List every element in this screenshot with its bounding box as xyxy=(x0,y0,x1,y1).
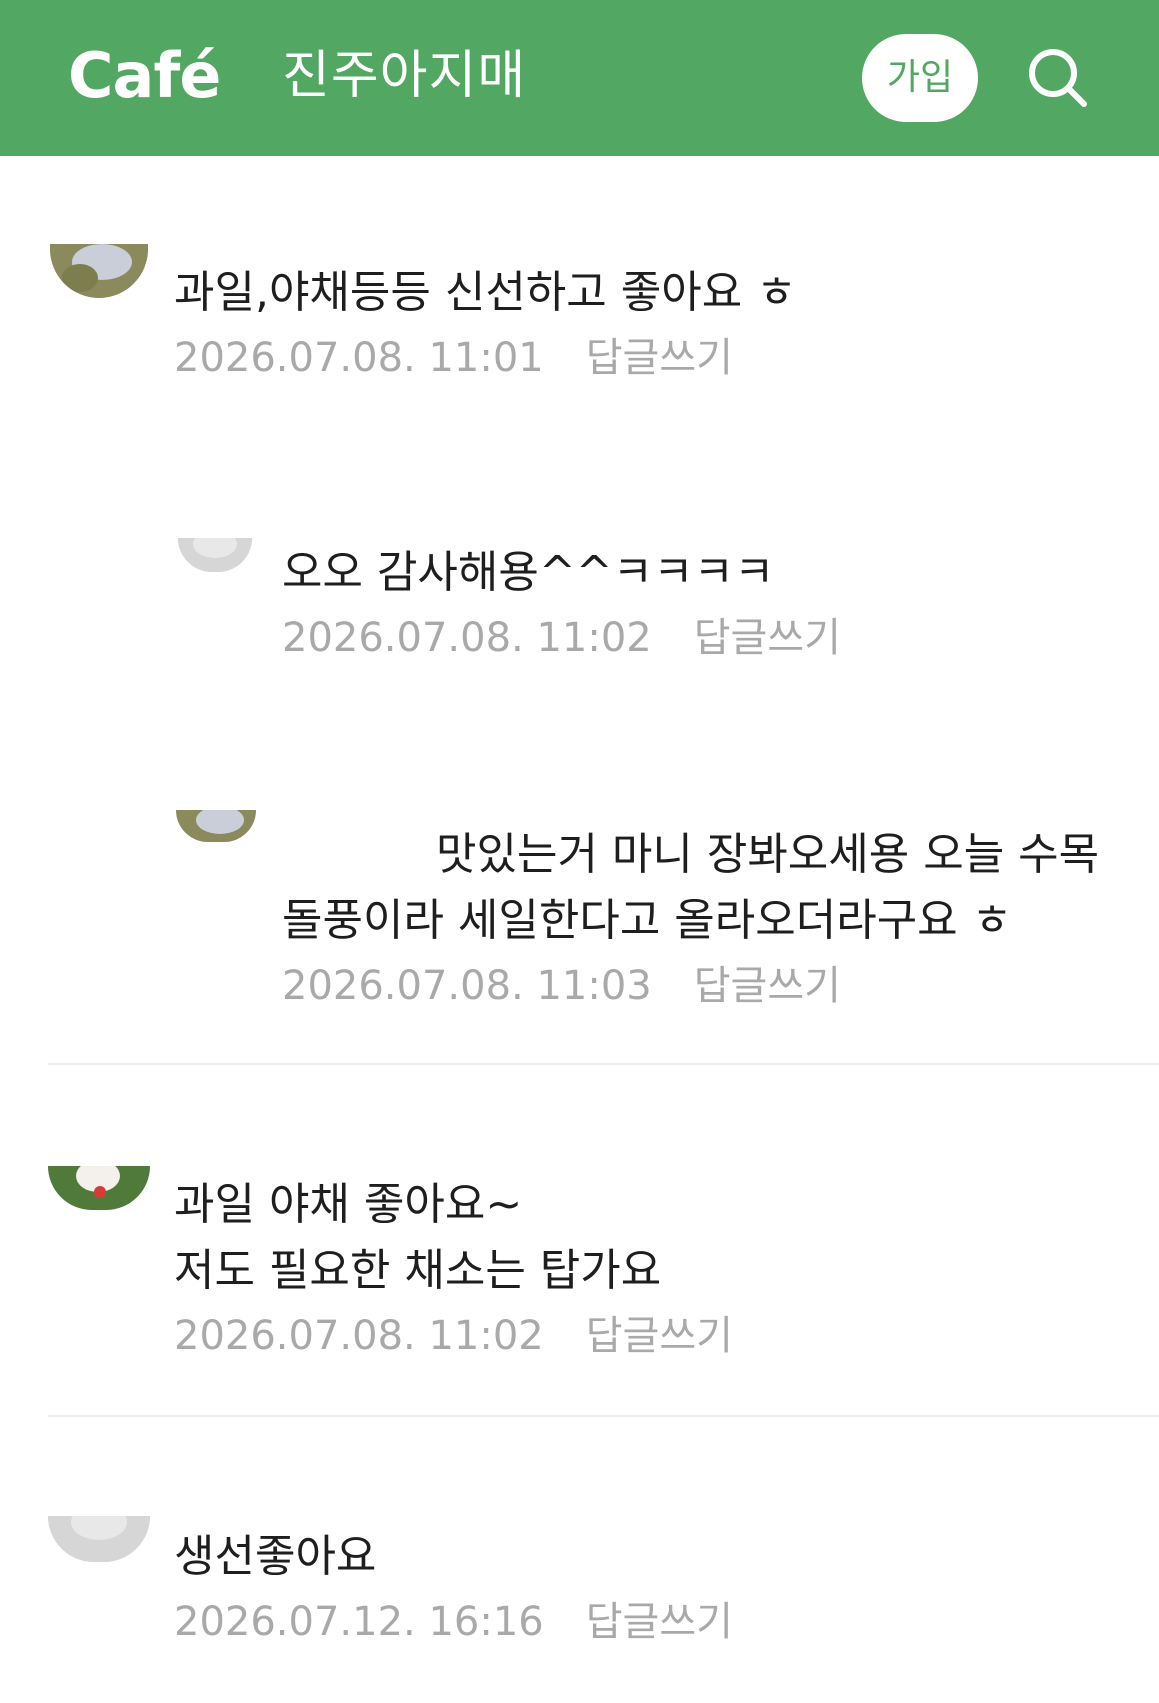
search-icon xyxy=(1029,49,1087,107)
comment-meta: 2026.07.12. 16:16 답글쓰기 xyxy=(174,1594,1159,1650)
comment-text: 생선좋아요 xyxy=(174,1531,377,1582)
comment-item: 오오 감사해용^^ㅋㅋㅋㅋ 2026.07.08. 11:02 답글쓰기 xyxy=(282,540,1159,666)
avatar[interactable] xyxy=(178,538,252,572)
comment-meta: 2026.07.08. 11:02 답글쓰기 xyxy=(174,1308,1159,1364)
comment-meta: 2026.07.08. 11:01 답글쓰기 xyxy=(174,330,1159,386)
comment-time: 2026.07.08. 11:02 xyxy=(174,1313,544,1359)
comment-text: 오오 감사해용^^ㅋㅋㅋㅋ xyxy=(282,547,775,598)
reply-button[interactable]: 답글쓰기 xyxy=(694,958,841,1014)
cafe-logo[interactable]: Café xyxy=(68,38,221,114)
avatar[interactable] xyxy=(48,1516,150,1562)
comment-meta: 2026.07.08. 11:03 답글쓰기 xyxy=(282,958,1112,1014)
comment-time: 2026.07.08. 11:02 xyxy=(282,615,652,661)
comment-text: 과일 야채 좋아요~ 저도 필요한 채소는 탑가요 xyxy=(174,1179,662,1296)
avatar[interactable] xyxy=(50,244,148,298)
reply-button[interactable]: 답글쓰기 xyxy=(586,1594,733,1650)
comment-item: 과일,야채등등 신선하고 좋아요 ㅎ 2026.07.08. 11:01 답글쓰기 xyxy=(174,260,1159,386)
comment-time: 2026.07.08. 11:01 xyxy=(174,335,544,381)
cafe-name[interactable]: 진주아지매 xyxy=(282,44,526,108)
avatar[interactable] xyxy=(48,1166,150,1210)
comment-time: 2026.07.08. 11:03 xyxy=(282,963,652,1009)
comment-item: 맛있는거 마니 장봐오세용 오늘 수목 돌풍이라 세일한다고 올라오더라구요 ㅎ… xyxy=(282,822,1112,1014)
comment-divider xyxy=(48,1415,1159,1417)
comment-text: 맛있는거 마니 장봐오세용 오늘 수목 돌풍이라 세일한다고 올라오더라구요 ㅎ xyxy=(282,829,1114,946)
reply-button[interactable]: 답글쓰기 xyxy=(586,1308,733,1364)
comment-meta: 2026.07.08. 11:02 답글쓰기 xyxy=(282,610,1159,666)
comment-item: 과일 야채 좋아요~ 저도 필요한 채소는 탑가요 2026.07.08. 11… xyxy=(174,1172,1159,1364)
comment-divider xyxy=(48,1063,1159,1065)
comment-time: 2026.07.12. 16:16 xyxy=(174,1599,544,1645)
search-button[interactable] xyxy=(1024,44,1092,112)
reply-button[interactable]: 답글쓰기 xyxy=(694,610,841,666)
app-header: Café 진주아지매 가입 xyxy=(0,0,1159,156)
comment-item: 생선좋아요 2026.07.12. 16:16 답글쓰기 xyxy=(174,1524,1159,1650)
reply-button[interactable]: 답글쓰기 xyxy=(586,330,733,386)
comment-text: 과일,야채등등 신선하고 좋아요 ㅎ xyxy=(174,267,797,318)
avatar[interactable] xyxy=(176,810,256,842)
join-button[interactable]: 가입 xyxy=(862,34,978,122)
